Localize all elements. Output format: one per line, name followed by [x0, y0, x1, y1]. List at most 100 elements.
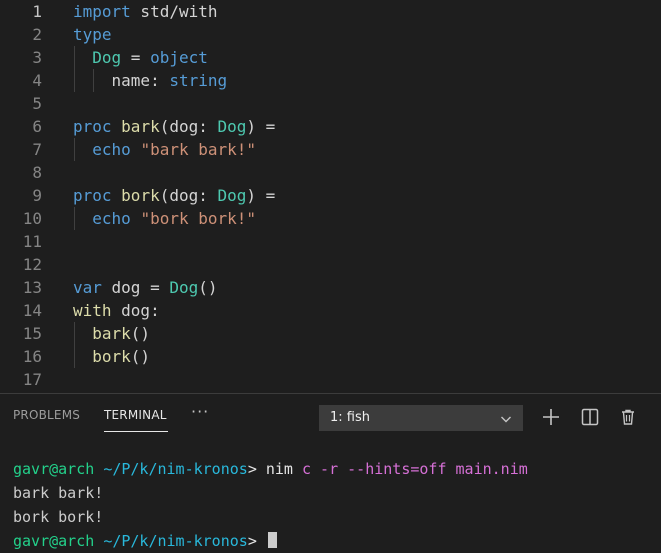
- code-text: import std/with: [73, 0, 218, 23]
- code-line[interactable]: 7 echo "bark bark!": [0, 138, 661, 161]
- line-number: 13: [22, 278, 42, 297]
- line-number: 2: [32, 25, 42, 44]
- active-tab-indicator: [104, 431, 168, 432]
- code-token: proc: [73, 186, 112, 205]
- prompt-user-host: gavr@arch: [13, 460, 95, 478]
- code-line[interactable]: 4 name: string: [0, 69, 661, 92]
- code-text: var dog = Dog(): [73, 276, 218, 299]
- line-number: 7: [32, 140, 42, 159]
- code-text: with dog:: [73, 299, 160, 322]
- terminal-select[interactable]: 1: fish: [319, 405, 523, 431]
- prompt-user-host: gavr@arch: [13, 532, 95, 550]
- code-token: proc: [73, 117, 112, 136]
- more-icon[interactable]: ···: [191, 402, 209, 421]
- code-token: "bark bark!": [140, 140, 257, 159]
- code-text: bark(): [73, 322, 150, 345]
- code-token: (): [130, 324, 151, 343]
- code-text: bork(): [73, 345, 150, 368]
- line-number: 3: [32, 48, 42, 67]
- code-token: with: [73, 301, 112, 320]
- plus-icon[interactable]: [540, 406, 562, 428]
- line-number: 14: [22, 301, 42, 320]
- code-token: bark: [121, 117, 160, 136]
- code-text: echo "bark bark!": [73, 138, 256, 161]
- code-token: Dog: [92, 48, 122, 67]
- indent-guide: [74, 207, 75, 230]
- prompt-path: ~/P/k/nim-kronos: [103, 532, 248, 550]
- line-number: 16: [22, 347, 42, 366]
- split-icon[interactable]: [579, 406, 601, 428]
- line-number: 8: [32, 163, 42, 182]
- indent-guide: [93, 69, 95, 92]
- code-line[interactable]: 3 Dog = object: [0, 46, 661, 69]
- code-editor[interactable]: 1 import std/with 2 type 3 Dog = object 4 nam…: [0, 0, 661, 393]
- line-number: 12: [22, 255, 42, 274]
- terminal-cursor: [267, 532, 277, 548]
- code-text: name: string: [73, 69, 228, 92]
- terminal-output-line: bark bark!: [13, 484, 104, 502]
- code-line[interactable]: 1 import std/with: [0, 0, 661, 23]
- terminal-select-value: 1: fish: [330, 410, 370, 425]
- code-line[interactable]: 15 bark(): [0, 322, 661, 345]
- terminal-prompt-line: gavr@arch ~/P/k/nim-kronos>: [13, 530, 277, 553]
- code-text: echo "bork bork!": [73, 207, 256, 230]
- code-line[interactable]: 9 proc bork(dog: Dog) =: [0, 184, 661, 207]
- line-number: 10: [22, 209, 42, 228]
- line-number: 9: [32, 186, 42, 205]
- code-line[interactable]: 16 bork(): [0, 345, 661, 368]
- prompt-symbol: >: [247, 460, 257, 478]
- command-args: c -r --hints=off main.nim: [302, 460, 528, 478]
- code-token: "bork bork!": [140, 209, 257, 228]
- code-token: bark: [92, 324, 131, 343]
- indent-guide: [74, 345, 75, 368]
- line-number: 4: [32, 71, 42, 90]
- code-token: Dog: [169, 278, 199, 297]
- code-token: type: [73, 25, 112, 44]
- code-line[interactable]: 2 type: [0, 23, 661, 46]
- code-token: string: [169, 71, 228, 90]
- terminal-output-line: bork bork!: [13, 508, 104, 526]
- terminal-command-line: gavr@arch ~/P/k/nim-kronos> nim c -r --h…: [13, 458, 528, 481]
- code-line[interactable]: 12: [0, 253, 661, 276]
- code-text: proc bork(dog: Dog) =: [73, 184, 275, 207]
- line-number: 17: [22, 370, 42, 389]
- code-token: bork: [121, 186, 160, 205]
- code-token: name:: [73, 71, 170, 90]
- code-token: echo: [92, 209, 131, 228]
- code-line[interactable]: 10 echo "bork bork!": [0, 207, 661, 230]
- tab-problems[interactable]: PROBLEMS: [13, 408, 80, 422]
- line-number: 11: [22, 232, 42, 251]
- code-token: (): [198, 278, 218, 297]
- code-token: bork: [92, 347, 131, 366]
- code-token: (dog:: [159, 117, 218, 136]
- line-number: 1: [32, 2, 42, 21]
- code-line[interactable]: 6 proc bark(dog: Dog) =: [0, 115, 661, 138]
- line-number: 6: [32, 117, 42, 136]
- code-line[interactable]: 5: [0, 92, 661, 115]
- code-token: Dog: [217, 186, 247, 205]
- code-token: ) =: [246, 186, 276, 205]
- code-token: ) =: [246, 117, 276, 136]
- code-text: Dog = object: [73, 46, 208, 69]
- code-token: object: [150, 48, 208, 67]
- code-line[interactable]: 17: [0, 368, 661, 391]
- code-token: var: [73, 278, 102, 297]
- code-token: std/with: [130, 2, 218, 21]
- code-token: dog =: [101, 278, 170, 297]
- code-token: Dog: [217, 117, 247, 136]
- indent-guide: [74, 138, 75, 161]
- code-line[interactable]: 11: [0, 230, 661, 253]
- code-token: echo: [92, 140, 131, 159]
- code-line[interactable]: 13 var dog = Dog(): [0, 276, 661, 299]
- tab-terminal[interactable]: TERMINAL: [104, 408, 167, 422]
- trash-icon[interactable]: [617, 406, 639, 428]
- code-line[interactable]: 14 with dog:: [0, 299, 661, 322]
- command-program: nim: [265, 460, 293, 478]
- code-line[interactable]: 8: [0, 161, 661, 184]
- line-number: 15: [22, 324, 42, 343]
